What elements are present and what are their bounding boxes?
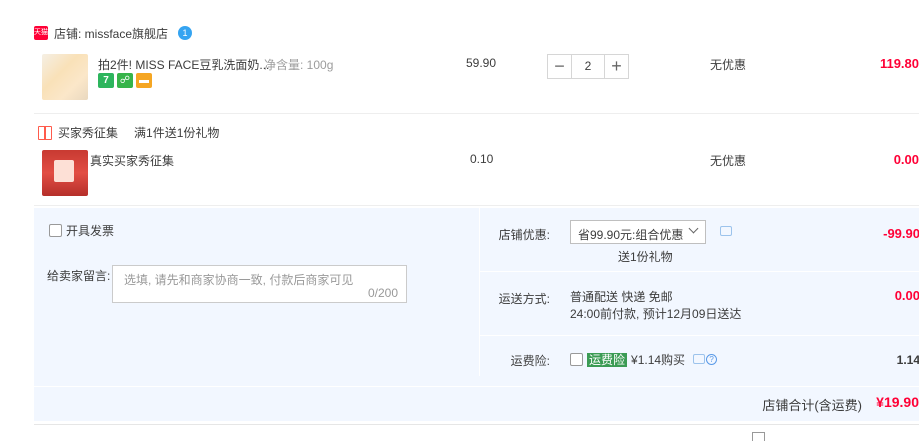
shop-header: 天猫 店铺: missface旗舰店 1 (34, 24, 193, 42)
insurance-row: 运费险: 运费险 ¥1.14购买 ? 1.14 (480, 336, 919, 376)
discount-selected: 省99.90元:组合优惠 (578, 228, 684, 242)
increment-button[interactable]: + (604, 54, 629, 79)
order-options: 开具发票 给卖家留言: 选填, 请先和商家协商一致, 付款后商家可见 0/200 (34, 208, 479, 376)
decrement-button[interactable]: − (547, 54, 572, 79)
discount-row: 店铺优惠: 省99.90元:组合优惠 送1份礼物 -99.90 (480, 208, 919, 272)
gift-note: 满1件送1份礼物 (134, 126, 220, 140)
unit-price: 0.10 (470, 152, 494, 166)
product-title[interactable]: 拍2件! MISS FACE豆乳洗面奶... (98, 56, 269, 73)
discount-gift-note: 送1份礼物 (618, 250, 673, 264)
insurance-help[interactable]: ? (693, 354, 718, 365)
message-label: 给卖家留言: (47, 269, 111, 283)
item-subtotal: 0.00 (893, 152, 919, 167)
product-sku: 净含量: 100g (264, 58, 334, 72)
chevron-down-icon (688, 223, 699, 234)
item-promo: 无优惠 (710, 58, 747, 72)
comment-icon[interactable] (720, 226, 732, 236)
shipping-eta: 24:00前付款, 预计12月09日送达 (570, 307, 742, 321)
seller-message-input[interactable]: 选填, 请先和商家协商一致, 付款后商家可见 0/200 (112, 265, 407, 303)
shop-total-label: 店铺合计(含运费) (762, 398, 862, 413)
shop-name[interactable]: 店铺: missface旗舰店 (54, 25, 168, 42)
chat-icon[interactable]: 1 (178, 26, 193, 40)
shipping-value: 0.00 (894, 288, 919, 303)
insurance-checkbox[interactable] (570, 353, 583, 366)
cart-item-row: 真实买家秀征集 0.10 无优惠 0.00 (34, 144, 919, 206)
service-badges: 7 ☍ ▬ (98, 73, 152, 88)
discount-select[interactable]: 省99.90元:组合优惠 (570, 220, 706, 244)
help-icon[interactable]: ? (706, 354, 718, 365)
shipping-row: 运送方式: 普通配送 快递 免邮 24:00前付款, 预计12月09日送达 0.… (480, 272, 919, 336)
quantity-stepper: − 2 + (547, 54, 629, 79)
unit-price: 59.90 (466, 56, 497, 70)
order-pricing: 店铺优惠: 省99.90元:组合优惠 送1份礼物 -99.90 运送方式: 普通… (479, 208, 919, 376)
product-title[interactable]: 真实买家秀征集 (90, 152, 174, 169)
gift-header: 买家秀征集 满1件送1份礼物 (38, 124, 219, 141)
item-promo: 无优惠 (710, 154, 747, 168)
shipping-label: 运送方式: (498, 292, 550, 306)
footer-checkbox[interactable] (752, 432, 765, 441)
message-counter: 0/200 (367, 286, 398, 300)
cart-item-row: 拍2件! MISS FACE豆乳洗面奶... 净含量: 100g 7 ☍ ▬ 5… (34, 48, 919, 114)
tmall-icon: 天猫 (34, 26, 48, 40)
shop-total-row: 店铺合计(含运费) ¥19.90 (34, 386, 919, 421)
divider (34, 424, 919, 425)
shipping-method: 普通配送 快递 免邮 (570, 290, 673, 304)
insurance-option[interactable]: 运费险 ¥1.14购买 ? (570, 351, 718, 368)
message-placeholder: 选填, 请先和商家协商一致, 付款后商家可见 (124, 273, 354, 287)
product-thumbnail[interactable] (42, 150, 88, 196)
insurance-label: 运费险: (510, 354, 550, 368)
shipping-info: 普通配送 快递 免邮 24:00前付款, 预计12月09日送达 (570, 289, 741, 323)
product-thumbnail[interactable] (42, 54, 88, 100)
discount-label: 店铺优惠: (498, 228, 550, 242)
invoice-option[interactable]: 开具发票 (49, 222, 114, 239)
insurance-tag: 运费险 (587, 352, 628, 367)
shield-icon: ☍ (117, 73, 133, 88)
invoice-label: 开具发票 (66, 224, 115, 238)
item-subtotal: 119.80 (879, 56, 919, 71)
quantity-input[interactable]: 2 (572, 54, 604, 79)
card-icon: ▬ (136, 73, 152, 88)
shop-total-value: ¥19.90 (876, 394, 919, 410)
footer-options (752, 432, 765, 441)
order-summary: 开具发票 给卖家留言: 选填, 请先和商家协商一致, 付款后商家可见 0/200… (34, 208, 919, 421)
comment-icon[interactable] (693, 354, 706, 364)
invoice-checkbox[interactable] (49, 224, 62, 237)
discount-value: -99.90 (883, 226, 919, 241)
insurance-text: ¥1.14购买 (631, 353, 686, 367)
gift-icon (38, 125, 52, 140)
gift-label: 买家秀征集 (58, 126, 119, 140)
insurance-value: 1.14 (896, 353, 919, 367)
seven-day-return-icon: 7 (98, 73, 114, 88)
